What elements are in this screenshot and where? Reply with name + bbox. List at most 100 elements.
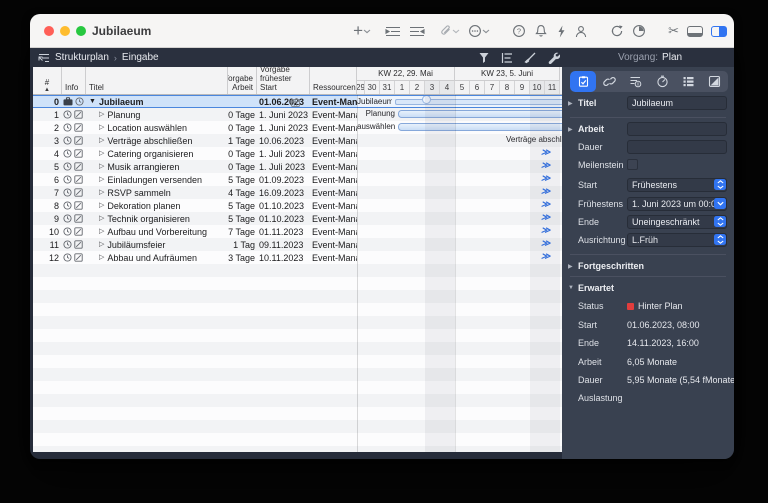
empty-row[interactable] [33, 368, 562, 381]
sync-icon[interactable] [610, 21, 624, 41]
empty-row[interactable] [33, 433, 562, 446]
table-row[interactable]: 4▷Catering organisieren10 Tage1. Juli 20… [33, 147, 562, 160]
fruehestens-input[interactable]: 1. Juni 2023 um 00:00 [627, 197, 727, 211]
ellipsis-circle-icon[interactable] [468, 21, 482, 41]
calendar-icon[interactable] [291, 99, 300, 107]
progress-gauge-tab[interactable] [649, 71, 675, 92]
bar-offscreen-right-icon[interactable]: ≫ [541, 251, 551, 262]
dauer-input[interactable] [627, 140, 727, 154]
row-info-icons[interactable] [63, 96, 86, 107]
empty-row[interactable] [33, 355, 562, 368]
bar-offscreen-right-icon[interactable]: ≫ [541, 147, 551, 158]
gantt-row[interactable]: ≫ [357, 251, 562, 264]
expand-triangle-icon[interactable]: ▷ [99, 122, 104, 134]
row-info-icons[interactable] [63, 251, 86, 264]
column-header-resources[interactable]: Ressourcen [310, 67, 357, 94]
bar-offscreen-right-icon[interactable]: ≫ [541, 225, 551, 236]
task-title-cell[interactable]: ▷ Verträge abschließen [86, 134, 228, 147]
gantt-row[interactable]: Verträge abschließen [357, 134, 562, 147]
expand-triangle-icon[interactable]: ▷ [99, 213, 104, 225]
gantt-row[interactable]: ≫ [357, 238, 562, 251]
outline-view-icon[interactable] [38, 53, 50, 63]
expand-triangle-icon[interactable]: ▷ [99, 174, 104, 186]
task-title-cell[interactable]: ▷ Abbau und Aufräumen [86, 251, 228, 264]
notes-tab[interactable] [702, 71, 728, 92]
table-row[interactable]: 6▷Einladungen versenden15 Tage01.09.2023… [33, 173, 562, 186]
meilenstein-checkbox[interactable] [627, 159, 638, 170]
titel-input[interactable]: Jubilaeum [627, 96, 727, 110]
table-row[interactable]: 11 ▷ Jubiläumsfeier 1 Tag 09.11.2023 Event-Ma… [33, 238, 562, 251]
gantt-row[interactable]: auswählen [357, 121, 562, 134]
chevron-down-icon[interactable] [363, 21, 371, 41]
bar-offscreen-right-icon[interactable]: ≫ [541, 199, 551, 210]
indent-icon[interactable] [385, 21, 401, 41]
empty-row[interactable] [33, 303, 562, 316]
task-title-cell[interactable]: ▷ RSVP sammeln [86, 186, 228, 199]
ende-select[interactable]: Uneingeschränkt [627, 215, 727, 229]
gantt-row[interactable]: ≫ [357, 173, 562, 186]
close-button[interactable] [44, 26, 54, 36]
collapse-triangle-icon[interactable]: ▼ [89, 96, 96, 107]
task-bar[interactable] [398, 123, 562, 131]
disclosure-icon[interactable]: ▶ [568, 100, 573, 107]
gantt-row[interactable]: ≫ [357, 147, 562, 160]
disclosure-icon[interactable]: ▶ [568, 126, 573, 133]
expand-triangle-icon[interactable]: ▷ [99, 161, 104, 173]
gantt-row[interactable]: ≫ [357, 225, 562, 238]
row-info-icons[interactable] [63, 160, 86, 173]
task-title-cell[interactable]: ▷ Jubiläumsfeier [86, 238, 228, 251]
column-header-title[interactable]: Titel [86, 67, 228, 94]
row-info-icons[interactable] [63, 186, 86, 199]
task-title-cell[interactable]: ▷ Dekoration planen [86, 199, 228, 212]
table-row[interactable]: 1▷Planung10 Tage1. Juni 2023Event-ManagP… [33, 108, 562, 121]
bar-offscreen-right-icon[interactable]: ≫ [541, 173, 551, 184]
empty-row[interactable] [33, 264, 562, 277]
task-title-cell[interactable]: ▷ Musik arrangieren [86, 160, 228, 173]
column-header-number[interactable]: # ▲ [33, 67, 62, 94]
task-info-tab[interactable] [570, 71, 597, 92]
expand-triangle-icon[interactable]: ▷ [99, 200, 104, 212]
table-row[interactable]: 12 ▷ Abbau und Aufräumen 3 Tage 10.11.2023 Ev… [33, 251, 562, 264]
row-info-icons[interactable] [63, 173, 86, 186]
empty-row[interactable] [33, 329, 562, 342]
zoom-button[interactable] [76, 26, 86, 36]
row-info-icons[interactable] [63, 108, 86, 121]
row-info-icons[interactable] [63, 225, 86, 238]
empty-row[interactable] [33, 316, 562, 329]
empty-row[interactable] [33, 446, 562, 452]
empty-row[interactable] [33, 277, 562, 290]
start-select[interactable]: Frühestens [627, 178, 727, 192]
task-title-cell[interactable]: ▷ Aufbau und Vorbereitung [86, 225, 228, 238]
titlebar[interactable]: Jubilaeum + ? ✂ [30, 14, 734, 48]
table-row[interactable]: 9▷Technik organisieren15 Tage01.10.2023E… [33, 212, 562, 225]
erwartet-section-label[interactable]: Erwartet [578, 283, 614, 293]
breadcrumb-view[interactable]: Strukturplan [55, 52, 109, 63]
finance-tab[interactable]: 0 [623, 71, 649, 92]
filter-icon[interactable] [478, 52, 490, 64]
task-title-cell[interactable]: ▷ Catering organisieren [86, 147, 228, 160]
row-info-icons[interactable] [63, 199, 86, 212]
gantt-row[interactable]: ≫ [357, 160, 562, 173]
table-row[interactable]: 10 ▷ Aufbau und Vorbereitung 7 Tage 01.11.20… [33, 225, 562, 238]
link-tab[interactable] [596, 71, 622, 92]
popup-stepper-icon[interactable] [714, 179, 726, 190]
row-info-icons[interactable] [63, 121, 86, 134]
task-title-cell[interactable]: ▷ Technik organisieren [86, 212, 228, 225]
outline-level-icon[interactable] [501, 52, 513, 64]
column-header-start[interactable]: Vorgabe frühester Start [257, 67, 310, 94]
row-info-icons[interactable] [63, 147, 86, 160]
gantt-row[interactable]: ≫ [357, 212, 562, 225]
table-row[interactable]: 5▷Musik arrangieren10 Tage1. Juli 2023Ev… [33, 160, 562, 173]
ausrichtung-select[interactable]: L.Früh [627, 233, 727, 247]
popup-stepper-icon[interactable] [714, 216, 726, 227]
bar-offscreen-right-icon[interactable]: ≫ [541, 212, 551, 223]
chevron-down-icon[interactable] [714, 198, 726, 209]
add-task-icon[interactable]: + [353, 21, 363, 41]
row-info-icons[interactable] [63, 134, 86, 147]
arbeit-input[interactable] [627, 122, 727, 136]
task-title-cell[interactable]: ▼ Jubilaeum [86, 96, 228, 107]
row-info-icons[interactable] [63, 212, 86, 225]
scissors-icon[interactable]: ✂ [668, 21, 679, 41]
format-brush-icon[interactable] [524, 52, 536, 64]
lightning-icon[interactable] [556, 21, 566, 41]
